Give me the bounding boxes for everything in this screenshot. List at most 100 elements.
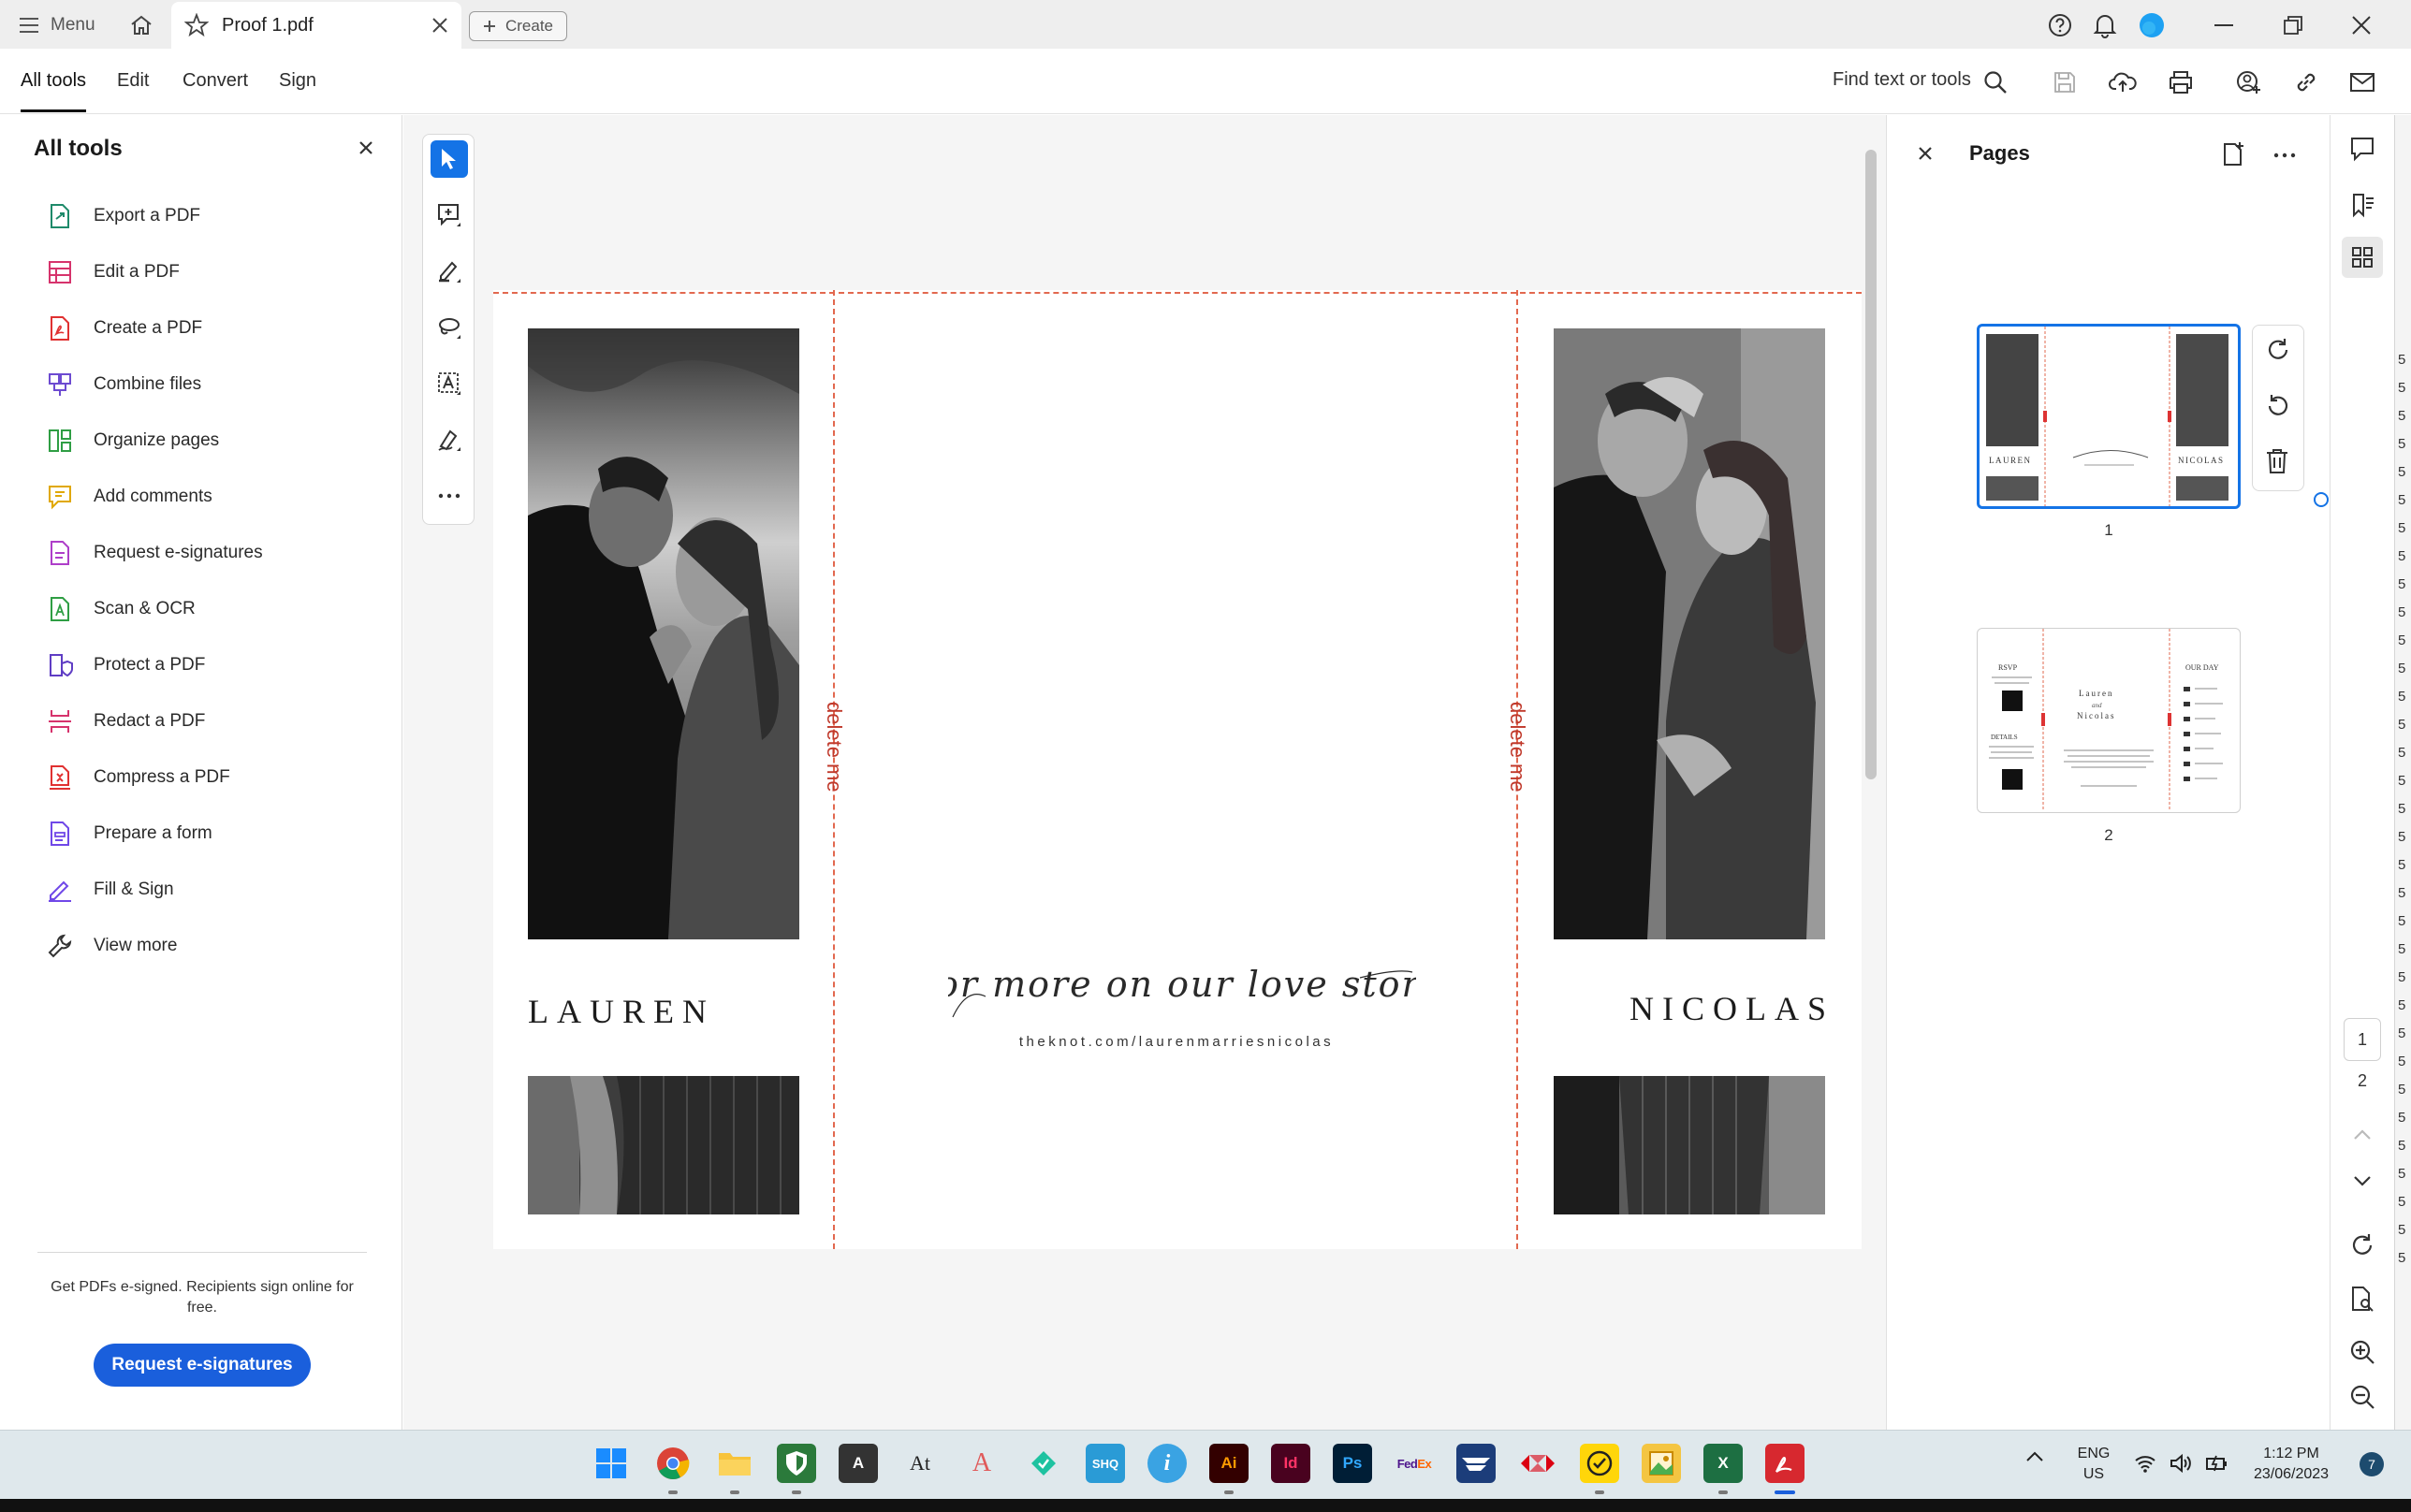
taskbar-app-file-explorer[interactable]	[715, 1444, 754, 1483]
page-down-button[interactable]	[2342, 1160, 2383, 1201]
taskbar-app-fedex[interactable]: FedEx	[1395, 1444, 1434, 1483]
insert-page-button[interactable]	[2222, 141, 2250, 169]
sign-pen-icon	[438, 429, 460, 451]
minimize-button[interactable]	[2205, 9, 2243, 41]
print-button[interactable]	[2164, 65, 2198, 99]
add-comment-tool[interactable]	[431, 196, 468, 234]
taskbar-app-chrome[interactable]	[653, 1444, 693, 1483]
tool-combine-files[interactable]: Combine files	[47, 366, 201, 403]
create-button[interactable]: Create	[469, 11, 567, 41]
thumbnail-resize-handle[interactable]	[2314, 492, 2329, 507]
tool-compress-pdf[interactable]: Compress a PDF	[47, 759, 230, 796]
menu-sign[interactable]: Sign	[279, 70, 316, 92]
clock[interactable]: 1:12 PM 23/06/2023	[2235, 1444, 2347, 1485]
document-tab[interactable]: Proof 1.pdf	[171, 2, 461, 49]
tool-view-more[interactable]: View more	[47, 927, 177, 965]
tool-create-pdf[interactable]: Create a PDF	[47, 310, 202, 347]
taskbar-app-usps[interactable]	[1456, 1444, 1496, 1483]
taskbar-app-app-photo[interactable]	[1642, 1444, 1681, 1483]
system-tray-icons[interactable]	[2134, 1453, 2229, 1474]
text-select-tool[interactable]	[431, 365, 468, 402]
menu-convert[interactable]: Convert	[183, 70, 248, 92]
draw-tool[interactable]	[431, 309, 468, 346]
bookmarks-panel-button[interactable]	[2342, 184, 2383, 225]
taskbar-app-illustrator[interactable]: Ai	[1209, 1444, 1249, 1483]
upload-cloud-button[interactable]	[2106, 65, 2140, 99]
page-thumbnail-1[interactable]: LAUREN NICOLAS	[1977, 324, 2241, 509]
comments-panel-button[interactable]	[2342, 128, 2383, 169]
share-user-button[interactable]	[2232, 65, 2266, 99]
zoom-out-button[interactable]	[2342, 1376, 2383, 1418]
pages-panel-title: Pages	[1969, 141, 2030, 165]
star-icon[interactable]	[184, 13, 209, 37]
menu-all-tools[interactable]: All tools	[21, 70, 87, 112]
menu-edit[interactable]: Edit	[117, 70, 149, 92]
pdf-page[interactable]: delete me delete me LAUREN NICOLAS r mor…	[493, 290, 1862, 1249]
tool-fill-sign[interactable]: Fill & Sign	[47, 871, 174, 909]
menu-button[interactable]: Menu	[19, 11, 95, 39]
language-indicator[interactable]: ENG US	[2070, 1444, 2117, 1485]
find-text-or-tools[interactable]: Find text or tools	[1833, 69, 1971, 91]
taskbar-app-windows-start[interactable]	[592, 1444, 631, 1483]
taskbar-app-indesign[interactable]: Id	[1271, 1444, 1310, 1483]
tool-protect-pdf[interactable]: Protect a PDF	[47, 647, 205, 684]
highlight-tool[interactable]	[431, 253, 468, 290]
rotate-clockwise-button[interactable]	[2264, 337, 2294, 367]
more-tools-button[interactable]	[431, 477, 468, 515]
tool-request-esignatures[interactable]: Request e-signatures	[47, 534, 263, 572]
close-tab-icon[interactable]	[431, 17, 448, 34]
tool-add-comments[interactable]: Add comments	[47, 478, 212, 516]
save-button[interactable]	[2048, 65, 2082, 99]
taskbar-app-excel[interactable]: X	[1703, 1444, 1743, 1483]
copy-link-button[interactable]	[2289, 65, 2323, 99]
taskbar-app-photoshop[interactable]: Ps	[1333, 1444, 1372, 1483]
edge-char: 5	[2398, 997, 2406, 1013]
refresh-button[interactable]	[2342, 1226, 2383, 1267]
taskbar-app-app-yellow-check[interactable]	[1580, 1444, 1619, 1483]
taskbar-app-hsbc[interactable]	[1518, 1444, 1557, 1483]
pages-more-button[interactable]	[2271, 143, 2299, 167]
page-up-button[interactable]	[2342, 1114, 2383, 1156]
tool-scan-ocr[interactable]: Scan & OCR	[47, 590, 196, 628]
tool-prepare-form[interactable]: Prepare a form	[47, 815, 212, 852]
tool-export-pdf[interactable]: Export a PDF	[47, 197, 200, 235]
taskbar-app-app-green-shield[interactable]	[777, 1444, 816, 1483]
taskbar-app-app-teal-tag[interactable]	[1024, 1444, 1063, 1483]
tool-edit-pdf[interactable]: Edit a PDF	[47, 254, 180, 291]
page-thumbnail-2[interactable]: RSVP DETAILS Lauren and Nicolas OUR DAY	[1977, 628, 2241, 813]
search-button[interactable]	[1979, 65, 2012, 99]
request-esignatures-button[interactable]: Request e-signatures	[94, 1344, 311, 1387]
close-window-button[interactable]	[2343, 9, 2380, 41]
edge-text-column: 5 5 5 5 5 5 5 5 5 5 5 5 5 5 5 5 5 5 5 5 5 5 5 5 5 5 5 5 5 5 5 5 5	[2398, 346, 2411, 1272]
home-button[interactable]	[125, 11, 157, 39]
account-avatar[interactable]	[2136, 9, 2168, 41]
select-tool[interactable]	[431, 140, 468, 178]
close-tools-panel-button[interactable]	[358, 139, 382, 164]
email-button[interactable]	[2345, 65, 2379, 99]
hsbc-icon	[1521, 1455, 1555, 1472]
taskbar-app-app-shq[interactable]: SHQ	[1086, 1444, 1125, 1483]
help-button[interactable]	[2044, 9, 2076, 41]
taskbar-app-app-font[interactable]: A	[962, 1444, 1001, 1483]
close-pages-panel-button[interactable]	[1917, 145, 1937, 166]
page-info-button[interactable]	[2342, 1278, 2383, 1319]
sign-tool[interactable]	[431, 421, 468, 458]
tool-organize-pages[interactable]: Organize pages	[47, 422, 219, 459]
vertical-scrollbar[interactable]	[1865, 150, 1877, 779]
delete-page-button[interactable]	[2264, 447, 2294, 477]
rotate-counterclockwise-button[interactable]	[2264, 393, 2294, 423]
notifications-button[interactable]	[2089, 9, 2121, 41]
app-label: A	[972, 1448, 992, 1477]
taskbar-app-app-a-dark[interactable]: A	[839, 1444, 878, 1483]
restore-button[interactable]	[2274, 9, 2312, 41]
taskbar-app-app-at[interactable]: At	[900, 1444, 940, 1483]
taskbar-app-app-info[interactable]: i	[1147, 1444, 1187, 1483]
current-page-input[interactable]: 1	[2344, 1018, 2381, 1061]
tray-overflow-button[interactable]	[2025, 1451, 2052, 1477]
taskbar-app-acrobat[interactable]	[1765, 1444, 1805, 1483]
notification-badge[interactable]: 7	[2360, 1452, 2384, 1476]
pages-panel-button[interactable]	[2342, 237, 2383, 278]
all-tools-title: All tools	[34, 136, 123, 161]
tool-redact-pdf[interactable]: Redact a PDF	[47, 703, 205, 740]
zoom-in-button[interactable]	[2342, 1331, 2383, 1373]
